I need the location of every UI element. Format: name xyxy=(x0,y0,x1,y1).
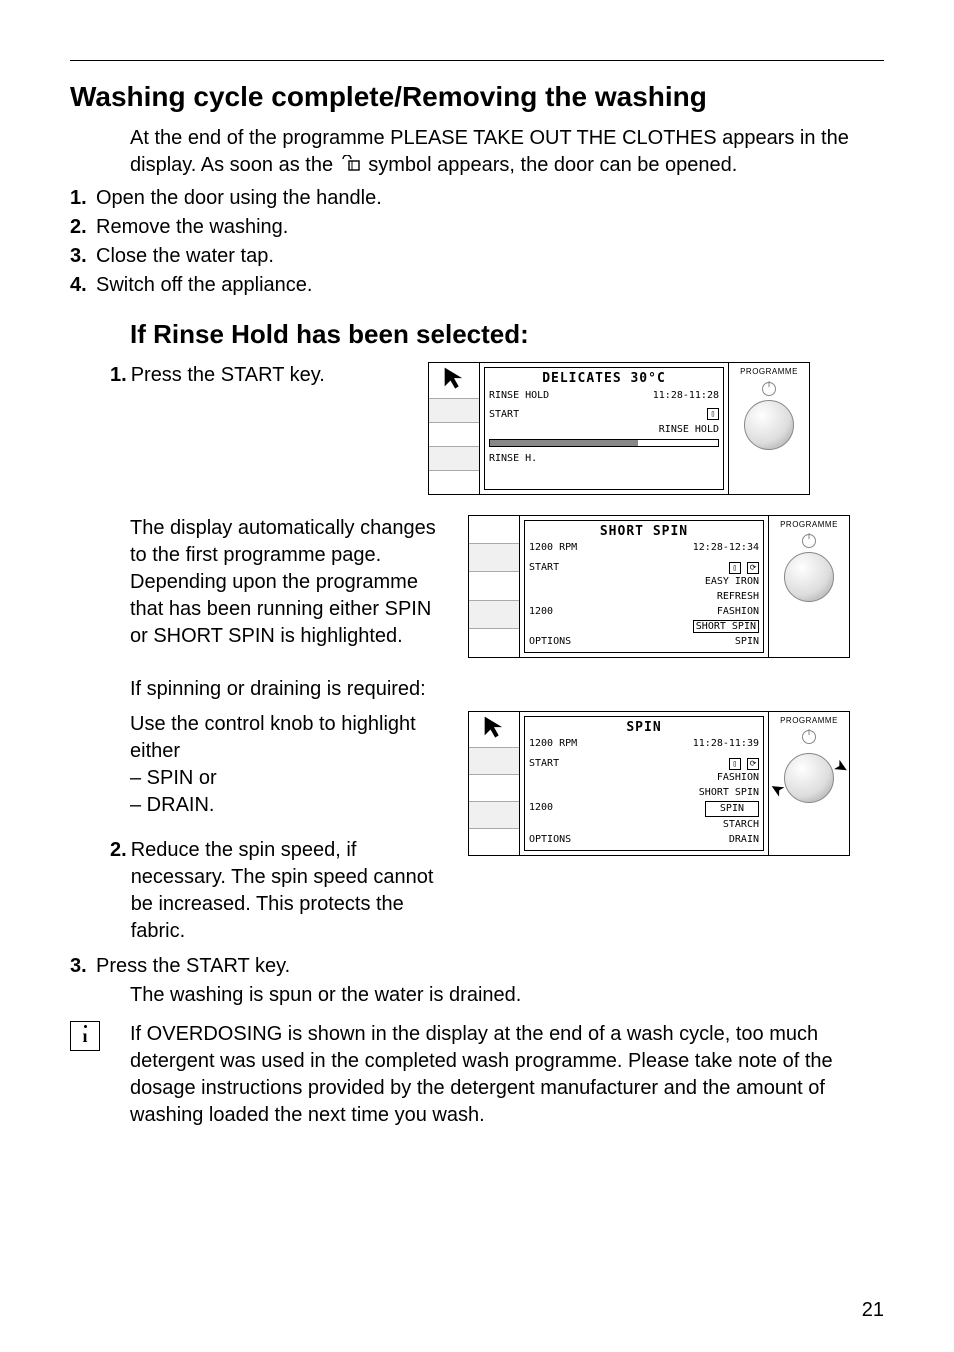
lcd2-m3: SHORT SPIN xyxy=(693,620,759,633)
lcd2-topleft: 1200 RPM xyxy=(529,541,577,555)
manual-page: Washing cycle complete/Removing the wash… xyxy=(0,0,954,1352)
step-a2: Remove the washing. xyxy=(96,214,288,241)
door-open-icon xyxy=(339,154,363,181)
power-icon xyxy=(802,534,816,548)
step-a1: Open the door using the handle. xyxy=(96,185,382,212)
lcd3-topright: 11:28-11:39 xyxy=(693,737,759,751)
cursor-arrow-icon xyxy=(480,712,508,747)
lcd2-m4: SPIN xyxy=(735,635,759,649)
lcd3-m1: SHORT SPIN xyxy=(529,786,759,801)
power-icon xyxy=(802,730,816,744)
page-number: 21 xyxy=(862,1299,884,1322)
progress-bar xyxy=(489,439,719,447)
lcd1-start: START xyxy=(489,408,519,422)
door-icon: ▯ xyxy=(707,408,719,420)
lcd2-options: OPTIONS xyxy=(529,635,571,649)
lcd3-m3: STARCH xyxy=(529,818,759,833)
knob1-label: PROGRAMME xyxy=(740,367,798,378)
spin-opt2: – DRAIN. xyxy=(130,792,450,819)
lcd3-m0: FASHION xyxy=(529,771,759,786)
spin-opt1: – SPIN or xyxy=(130,765,450,792)
lcd3-topleft: 1200 RPM xyxy=(529,737,577,751)
programme-knob[interactable] xyxy=(744,400,794,450)
step-b2: Reduce the spin speed, if necessary. The… xyxy=(131,837,450,945)
subsection-heading: If Rinse Hold has been selected: xyxy=(130,319,884,350)
lcd3-options: OPTIONS xyxy=(529,833,571,847)
lcd3-start: START xyxy=(529,757,559,771)
door-icon: ▯ xyxy=(729,758,741,770)
lcd1-bottom: RINSE H. xyxy=(489,452,537,466)
appliance-display-2: SHORT SPIN 1200 RPM 12:28-12:34 START ▯ … xyxy=(468,515,850,658)
steps-list-a: 1.Open the door using the handle. 2.Remo… xyxy=(70,185,884,299)
spin-icon: ⟳ xyxy=(747,758,759,770)
knob3-label: PROGRAMME xyxy=(780,716,838,727)
after-fig1-text: The display automatically changes to the… xyxy=(130,515,450,650)
lcd1-topleft: RINSE HOLD xyxy=(489,389,549,403)
lcd3-1200: 1200 xyxy=(529,801,553,817)
steps-list-b-tail: 3.Press the START key. xyxy=(70,953,884,980)
door-icon: ▯ xyxy=(729,562,741,574)
programme-knob[interactable] xyxy=(784,552,834,602)
step-b3b: The washing is spun or the water is drai… xyxy=(130,982,884,1009)
overdosing-note: If OVERDOSING is shown in the display at… xyxy=(130,1021,884,1129)
spin-intro: If spinning or draining is required: xyxy=(130,676,884,703)
step-b1: Press the START key. xyxy=(131,362,325,389)
step-a3: Close the water tap. xyxy=(96,243,274,270)
spin-icon: ⟳ xyxy=(747,562,759,574)
lcd2-m0: EASY IRON xyxy=(529,575,759,590)
lcd3-m4: DRAIN xyxy=(729,833,759,847)
top-rule xyxy=(70,60,884,61)
power-icon xyxy=(762,382,776,396)
row-fig2: The display automatically changes to the… xyxy=(70,515,884,658)
row-step1: 1. Press the START key. xyxy=(70,362,884,495)
section-heading: Washing cycle complete/Removing the wash… xyxy=(70,81,884,113)
appliance-display-3: SPIN 1200 RPM 11:28-11:39 START ▯ ⟳ FASH… xyxy=(468,711,850,856)
lcd2-m2: FASHION xyxy=(717,605,759,619)
row-fig3: Use the control knob to highlight either… xyxy=(70,711,884,945)
cursor-arrow-icon xyxy=(440,363,468,398)
lcd1-title: DELICATES 30°C xyxy=(489,370,719,388)
knob2-label: PROGRAMME xyxy=(780,520,838,531)
lcd3-m2: SPIN xyxy=(705,801,759,817)
intro-paragraph: At the end of the programme PLEASE TAKE … xyxy=(130,125,884,181)
lcd2-title: SHORT SPIN xyxy=(529,523,759,541)
lcd2-topright: 12:28-12:34 xyxy=(693,541,759,555)
lcd2-start: START xyxy=(529,561,559,575)
lcd3-title: SPIN xyxy=(529,719,759,737)
lcd2-1200: 1200 xyxy=(529,605,553,619)
lcd1-topright: 11:28-11:28 xyxy=(653,389,719,403)
info-icon: ı xyxy=(70,1021,100,1051)
spin-use: Use the control knob to highlight either xyxy=(130,711,450,765)
appliance-display-1: DELICATES 30°C RINSE HOLD 11:28-11:28 ST… xyxy=(428,362,810,495)
programme-knob[interactable] xyxy=(784,753,834,803)
step-a4: Switch off the appliance. xyxy=(96,272,312,299)
lcd2-m1: REFRESH xyxy=(529,590,759,605)
step-b3: Press the START key. xyxy=(96,953,290,980)
lcd1-mid: RINSE HOLD xyxy=(489,423,719,438)
